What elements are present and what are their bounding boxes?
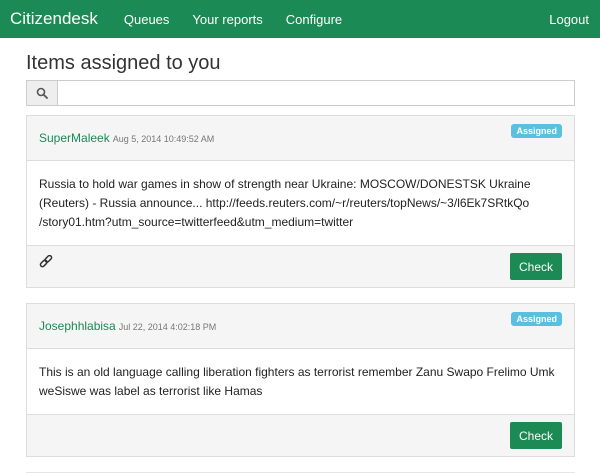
report-text: This is an old language calling liberati… (39, 365, 555, 398)
report-item: SuperMaleek Aug 5, 2014 10:49:52 AM Assig… (26, 115, 575, 288)
main-content: Items assigned to you SuperMaleek Aug 5, … (26, 38, 575, 473)
report-item-header: Josephhlabisa Jul 22, 2014 4:02:18 PM Ass… (27, 304, 574, 349)
nav-configure[interactable]: Configure (286, 12, 342, 27)
nav-queues[interactable]: Queues (124, 12, 170, 27)
status-badge: Assigned (511, 124, 562, 138)
report-author-name[interactable]: SuperMaleek (39, 131, 110, 145)
status-badge: Assigned (511, 312, 562, 326)
page-title: Items assigned to you (26, 52, 221, 74)
report-date: Jul 22, 2014 4:02:18 PM (118, 322, 217, 332)
report-text: Russia to hold war games in show of stre… (39, 177, 531, 229)
report-author[interactable]: Josephhlabisa Jul 22, 2014 4:02:18 PM (39, 319, 216, 333)
report-author-name[interactable]: Josephhlabisa (39, 319, 116, 333)
search-input[interactable] (58, 81, 574, 105)
search-icon[interactable] (27, 81, 58, 105)
check-button[interactable]: Check (510, 422, 562, 449)
report-item-footer: Check (27, 414, 574, 456)
search-bar (26, 80, 575, 106)
link-icon[interactable] (39, 254, 53, 269)
check-button[interactable]: Check (510, 253, 562, 280)
report-item-footer: Check (27, 245, 574, 287)
report-date: Aug 5, 2014 10:49:52 AM (112, 134, 215, 144)
report-item: Josephhlabisa Jul 22, 2014 4:02:18 PM Ass… (26, 303, 575, 457)
report-author[interactable]: SuperMaleek Aug 5, 2014 10:49:52 AM (39, 131, 214, 145)
report-item-header: SuperMaleek Aug 5, 2014 10:49:52 AM Assig… (27, 116, 574, 161)
top-navbar: Citizendesk Queues Your reports Configur… (0, 0, 600, 38)
logout-link[interactable]: Logout (549, 12, 589, 27)
brand-link[interactable]: Citizendesk (10, 9, 98, 29)
nav-your-reports[interactable]: Your reports (192, 12, 262, 27)
